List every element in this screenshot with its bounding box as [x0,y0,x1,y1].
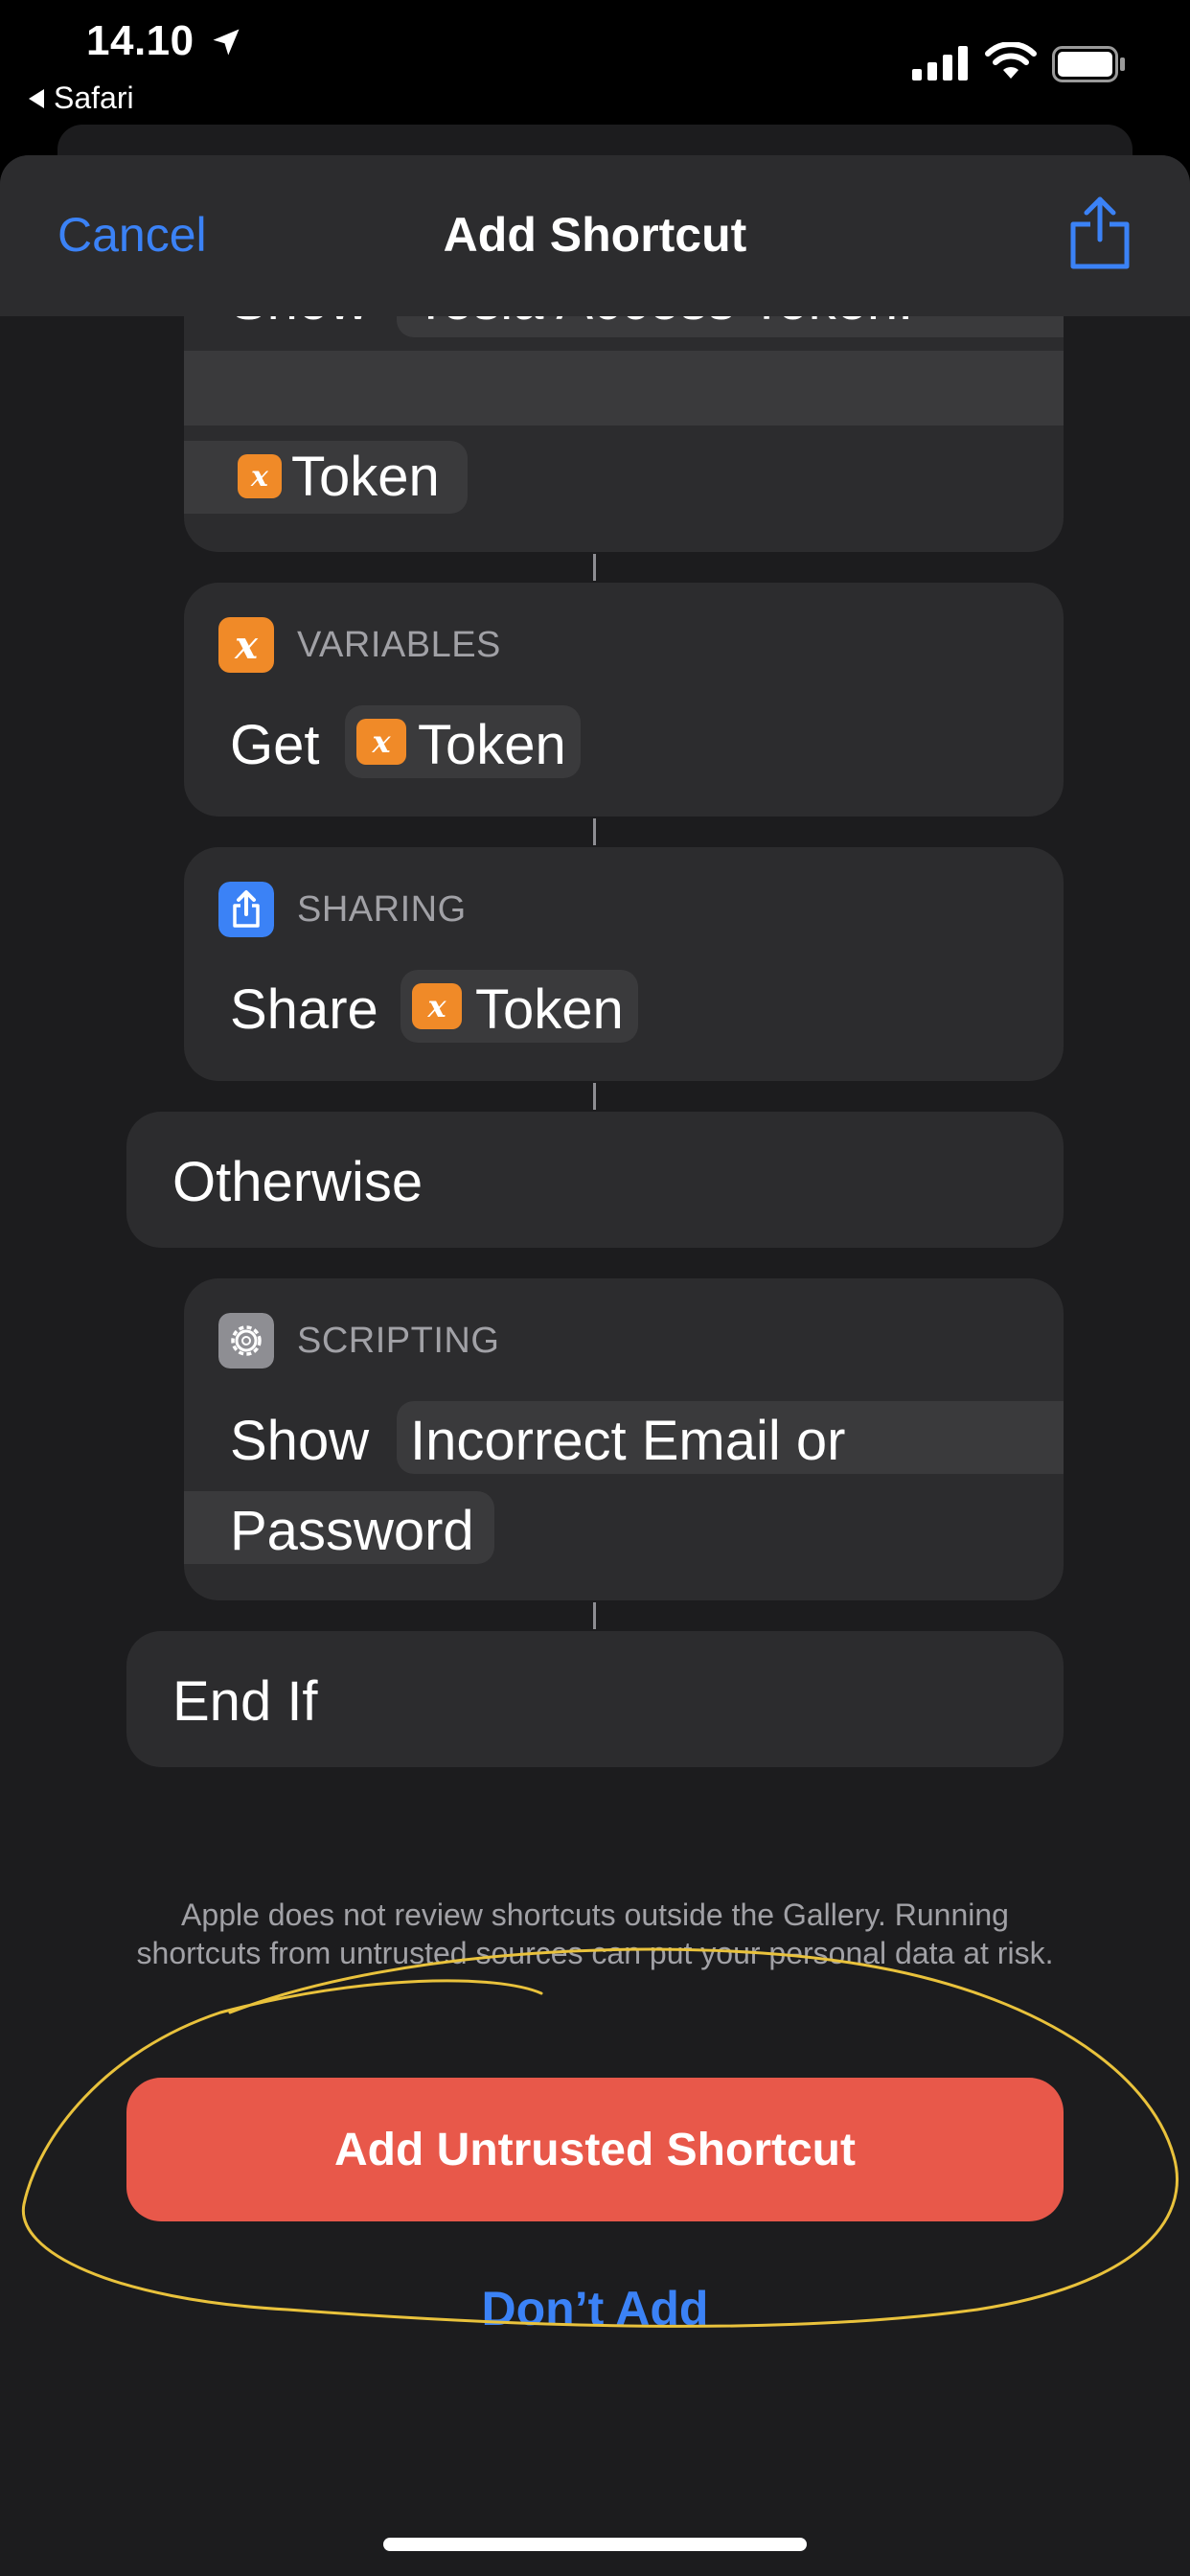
error-text-line1: Incorrect Email or [410,1410,846,1472]
untrusted-notice: Apple does not review shortcuts outside … [136,1898,1054,1970]
status-time: 14.10 [86,17,195,64]
location-arrow-icon [213,29,240,56]
show-value-overflow-band [184,351,1064,426]
get-variable-action-card[interactable] [184,583,1064,816]
flow-connector [593,818,596,845]
home-indicator[interactable] [383,2538,807,2551]
end-if-label: End If [172,1670,318,1733]
share-icon[interactable] [1065,196,1134,272]
page-title: Add Shortcut [443,208,747,262]
flow-connector [593,554,596,581]
back-triangle-icon [29,88,44,108]
back-to-app-link[interactable]: Safari [29,80,134,116]
battery-icon [1052,46,1125,82]
share-token-label: Token [475,978,624,1041]
gear-icon [218,1313,274,1368]
variables-category-label: VARIABLES [297,625,501,665]
get-verb-label: Get [230,714,320,776]
scripting-category-label: SCRIPTING [297,1321,500,1361]
otherwise-label: Otherwise [172,1151,423,1213]
flow-connector [593,1083,596,1110]
wifi-icon [985,42,1037,79]
share-verb-label: Share [230,978,378,1041]
cellular-signal-icon [912,46,968,80]
error-text-line2: Password [230,1500,474,1562]
add-untrusted-shortcut-button[interactable]: Add Untrusted Shortcut [126,2078,1064,2221]
token-label: Token [291,446,440,508]
dont-add-button[interactable]: Don’t Add [0,2281,1190,2336]
show-verb-label: Show [230,1410,370,1472]
share-icon [218,882,274,937]
variable-icon: x [412,983,462,1029]
flow-connector [593,1602,596,1629]
get-token-label: Token [418,714,566,776]
back-app-label: Safari [54,80,134,115]
sharing-category-label: SHARING [297,889,467,930]
variable-icon: x [356,719,406,765]
share-action-card[interactable] [184,847,1064,1081]
variable-icon: x [238,454,282,498]
variables-category-icon: x [218,617,274,673]
